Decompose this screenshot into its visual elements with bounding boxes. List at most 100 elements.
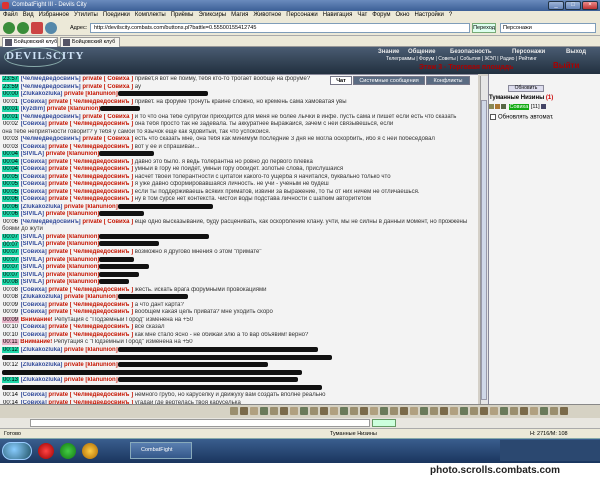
chat-timestamp[interactable]: 00:12 [2,362,19,368]
chat-timestamp[interactable]: 00:06 [2,219,19,225]
chat-recipient[interactable]: [klanunion] [85,204,117,210]
chat-timestamp[interactable]: 00:01 [2,106,20,113]
action-slot-icon[interactable] [400,407,408,415]
character-search-input[interactable]: Персонажи [500,23,596,33]
chat-timestamp[interactable]: 00:03 [2,144,19,150]
chat-recipient[interactable]: [klanunion] [67,257,99,263]
chat-timestamp[interactable]: 00:09 [2,302,19,308]
chat-private-tag[interactable]: private [47,287,70,293]
chat-private-tag[interactable]: private [47,166,70,172]
chat-private-tag[interactable]: private [47,332,70,338]
chat-recipient[interactable]: [klanunion] [85,294,117,300]
chat-recipient[interactable]: [klanunion] [67,279,99,285]
action-slot-icon[interactable] [520,407,528,415]
action-slot-icon[interactable] [380,407,388,415]
refresh-icon[interactable] [45,22,57,34]
chat-sender[interactable]: [Совиха] [21,302,47,308]
chat-private-tag[interactable]: private [47,144,70,150]
chat-private-tag[interactable]: private [81,136,104,142]
chat-recipient[interactable]: [klanunion] [85,347,117,353]
chat-recipient[interactable]: [ Челмедведосвинъ ] [70,324,133,330]
chat-sender[interactable]: [Челмедведосвинъ] [21,84,81,90]
chat-timestamp[interactable]: 00:12 [2,347,20,354]
chat-timestamp[interactable]: 00:08 [2,294,19,300]
chat-private-tag[interactable]: private [44,151,67,157]
chat-sender[interactable]: [kyzdim] [21,106,45,112]
chat-private-tag[interactable]: private [47,302,70,308]
exit-room-button[interactable]: Выйти [553,61,579,70]
chat-timestamp[interactable]: 23:57 [2,76,20,82]
action-slot-icon[interactable] [360,407,368,415]
action-slot-icon[interactable] [250,407,258,415]
go-button[interactable]: Переход [472,23,496,33]
chat-timestamp[interactable]: 00:13 [2,377,20,384]
chat-timestamp[interactable]: 00:09 [2,316,20,323]
info-icon[interactable] [541,104,547,110]
chat-timestamp[interactable]: 00:10 [2,332,19,338]
start-button[interactable] [2,442,32,460]
action-slot-icon[interactable] [340,407,348,415]
chat-recipient[interactable]: [ Челмедведосвинъ ] [70,174,133,180]
chat-private-tag[interactable]: private [45,106,68,112]
chat-sender[interactable]: [SIVILA] [21,279,44,285]
action-slot-icon[interactable] [560,407,568,415]
chat-recipient[interactable]: [klanunion] [67,151,99,157]
chat-recipient[interactable]: [ Совиха ] [104,219,133,225]
chat-timestamp[interactable]: 00:09 [2,309,19,315]
folder-icon[interactable] [82,443,98,459]
maximize-button[interactable]: □ [565,1,581,10]
chat-private-tag[interactable]: private [62,362,85,368]
chat-timestamp[interactable]: 00:10 [2,324,19,330]
chat-timestamp[interactable]: 00:08 [2,279,20,286]
chat-sender[interactable]: [Zlukakozluka] [21,362,63,368]
chat-recipient[interactable]: [klanunion] [68,106,100,112]
chat-timestamp[interactable]: 00:05 [2,181,20,188]
chat-recipient[interactable]: [klanunion] [85,377,117,383]
chat-sender[interactable]: [Совиха] [21,392,47,398]
chat-recipient[interactable]: [ Челмедведосвинъ ] [70,287,133,293]
action-slot-icon[interactable] [470,407,478,415]
chat-sender[interactable]: [SIVILA] [21,272,44,278]
online-user-row[interactable]: Совиха [11] [489,104,547,111]
chat-timestamp[interactable]: 00:06 [2,196,20,203]
chat-private-tag[interactable]: private [47,196,70,202]
chat-recipient[interactable]: [ Совиха ] [104,76,133,82]
chat-private-tag[interactable]: private [62,294,85,300]
chat-timestamp[interactable]: 00:01 [2,99,19,105]
chat-private-tag[interactable]: private [44,211,67,217]
action-slot-icon[interactable] [370,407,378,415]
chat-sender[interactable]: [SIVILA] [21,151,44,157]
auto-refresh-checkbox[interactable] [490,114,496,120]
chat-timestamp[interactable]: 00:07 [2,256,20,263]
menu-item[interactable]: Приёмы [171,12,194,18]
chat-private-tag[interactable]: private [44,272,67,278]
menu-item[interactable]: Избранное [39,12,69,18]
action-slot-icon[interactable] [320,407,328,415]
menu-item[interactable]: Поединки [103,12,130,18]
chat-private-tag[interactable]: private [81,219,104,225]
menu-item[interactable]: ? [449,12,452,18]
chat-timestamp[interactable]: 00:14 [2,392,19,398]
chat-recipient[interactable]: [klanunion] [67,272,99,278]
chat-timestamp[interactable]: 00:07 [2,264,20,271]
action-slot-icon[interactable] [310,407,318,415]
chat-sender[interactable]: [Совиха] [21,121,47,127]
chat-private-tag[interactable]: private [44,279,67,285]
chat-private-tag[interactable]: private [44,257,67,263]
chat-timestamp[interactable]: 00:11 [2,339,19,346]
auto-refresh-option[interactable]: Обновлять автомат. [490,114,554,121]
chat-recipient[interactable]: [ Челмедведосвинъ ] [70,166,133,172]
menu-item[interactable]: Чат [357,12,367,18]
menu-item[interactable]: Файл [3,12,18,18]
chat-timestamp[interactable]: 00:07 [2,249,20,256]
chat-private-tag[interactable]: private [47,99,70,105]
chat-timestamp[interactable]: 00:04 [2,158,20,165]
browser-icon[interactable] [60,443,76,459]
chat-recipient[interactable]: [ Челмедведосвинъ ] [70,181,133,187]
chat-private-tag[interactable]: private [47,159,70,165]
chat-private-tag[interactable]: private [47,324,70,330]
action-slot-icon[interactable] [460,407,468,415]
chat-private-tag[interactable]: private [47,121,70,127]
action-slot-icon[interactable] [390,407,398,415]
chat-sender[interactable]: [SIVILA] [21,211,44,217]
